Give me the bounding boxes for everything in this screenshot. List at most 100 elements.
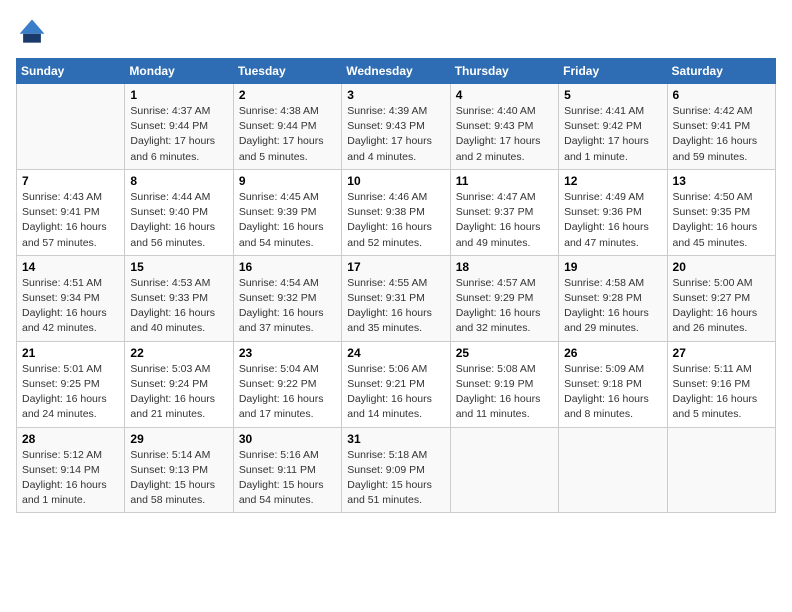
day-number: 15 xyxy=(130,260,227,274)
day-info: Sunrise: 5:16 AMSunset: 9:11 PMDaylight:… xyxy=(239,448,336,509)
table-row: 21 Sunrise: 5:01 AMSunset: 9:25 PMDayligh… xyxy=(17,341,776,427)
day-number: 3 xyxy=(347,88,444,102)
calendar-cell: 18 Sunrise: 4:57 AMSunset: 9:29 PMDayligh… xyxy=(450,255,558,341)
col-header-friday: Friday xyxy=(559,59,667,84)
day-info: Sunrise: 5:00 AMSunset: 9:27 PMDaylight:… xyxy=(673,276,770,337)
table-row: 14 Sunrise: 4:51 AMSunset: 9:34 PMDayligh… xyxy=(17,255,776,341)
day-number: 13 xyxy=(673,174,770,188)
calendar-cell: 26 Sunrise: 5:09 AMSunset: 9:18 PMDayligh… xyxy=(559,341,667,427)
day-info: Sunrise: 4:58 AMSunset: 9:28 PMDaylight:… xyxy=(564,276,661,337)
day-info: Sunrise: 5:08 AMSunset: 9:19 PMDaylight:… xyxy=(456,362,553,423)
calendar-cell xyxy=(450,427,558,513)
calendar-cell: 22 Sunrise: 5:03 AMSunset: 9:24 PMDayligh… xyxy=(125,341,233,427)
day-info: Sunrise: 5:06 AMSunset: 9:21 PMDaylight:… xyxy=(347,362,444,423)
day-number: 17 xyxy=(347,260,444,274)
day-number: 22 xyxy=(130,346,227,360)
day-info: Sunrise: 5:11 AMSunset: 9:16 PMDaylight:… xyxy=(673,362,770,423)
day-number: 24 xyxy=(347,346,444,360)
day-number: 12 xyxy=(564,174,661,188)
calendar-cell: 4Sunrise: 4:40 AMSunset: 9:43 PMDaylight… xyxy=(450,84,558,170)
day-info: Sunrise: 4:55 AMSunset: 9:31 PMDaylight:… xyxy=(347,276,444,337)
calendar-cell: 16 Sunrise: 4:54 AMSunset: 9:32 PMDayligh… xyxy=(233,255,341,341)
day-number: 6 xyxy=(673,88,770,102)
day-number: 23 xyxy=(239,346,336,360)
day-number: 20 xyxy=(673,260,770,274)
day-info: Sunrise: 4:47 AMSunset: 9:37 PMDaylight:… xyxy=(456,190,553,251)
calendar-cell xyxy=(667,427,775,513)
calendar-cell: 31 Sunrise: 5:18 AMSunset: 9:09 PMDayligh… xyxy=(342,427,450,513)
calendar-cell: 6 Sunrise: 4:42 AMSunset: 9:41 PMDaylight… xyxy=(667,84,775,170)
day-info: Sunrise: 4:53 AMSunset: 9:33 PMDaylight:… xyxy=(130,276,227,337)
day-number: 14 xyxy=(22,260,119,274)
day-info: Sunrise: 4:42 AMSunset: 9:41 PMDaylight:… xyxy=(673,104,770,165)
day-number: 31 xyxy=(347,432,444,446)
calendar-cell: 17 Sunrise: 4:55 AMSunset: 9:31 PMDayligh… xyxy=(342,255,450,341)
day-number: 7 xyxy=(22,174,119,188)
day-number: 30 xyxy=(239,432,336,446)
calendar-cell: 25 Sunrise: 5:08 AMSunset: 9:19 PMDayligh… xyxy=(450,341,558,427)
day-number: 18 xyxy=(456,260,553,274)
calendar-cell: 3 Sunrise: 4:39 AMSunset: 9:43 PMDaylight… xyxy=(342,84,450,170)
calendar-cell: 11 Sunrise: 4:47 AMSunset: 9:37 PMDayligh… xyxy=(450,169,558,255)
day-info: Sunrise: 4:43 AMSunset: 9:41 PMDaylight:… xyxy=(22,190,119,251)
table-row: 28Sunrise: 5:12 AMSunset: 9:14 PMDayligh… xyxy=(17,427,776,513)
day-info: Sunrise: 5:01 AMSunset: 9:25 PMDaylight:… xyxy=(22,362,119,423)
calendar-cell: 2Sunrise: 4:38 AMSunset: 9:44 PMDaylight… xyxy=(233,84,341,170)
day-info: Sunrise: 4:49 AMSunset: 9:36 PMDaylight:… xyxy=(564,190,661,251)
logo-icon xyxy=(16,16,48,48)
day-number: 26 xyxy=(564,346,661,360)
day-number: 25 xyxy=(456,346,553,360)
logo xyxy=(16,16,52,48)
day-number: 4 xyxy=(456,88,553,102)
day-info: Sunrise: 5:09 AMSunset: 9:18 PMDaylight:… xyxy=(564,362,661,423)
day-info: Sunrise: 4:54 AMSunset: 9:32 PMDaylight:… xyxy=(239,276,336,337)
day-number: 19 xyxy=(564,260,661,274)
table-row: 1Sunrise: 4:37 AMSunset: 9:44 PMDaylight… xyxy=(17,84,776,170)
calendar-cell: 23 Sunrise: 5:04 AMSunset: 9:22 PMDayligh… xyxy=(233,341,341,427)
col-header-sunday: Sunday xyxy=(17,59,125,84)
day-number: 8 xyxy=(130,174,227,188)
calendar-table: SundayMondayTuesdayWednesdayThursdayFrid… xyxy=(16,58,776,513)
calendar-cell: 12 Sunrise: 4:49 AMSunset: 9:36 PMDayligh… xyxy=(559,169,667,255)
calendar-cell: 19 Sunrise: 4:58 AMSunset: 9:28 PMDayligh… xyxy=(559,255,667,341)
table-header-row: SundayMondayTuesdayWednesdayThursdayFrid… xyxy=(17,59,776,84)
table-row: 7 Sunrise: 4:43 AMSunset: 9:41 PMDaylight… xyxy=(17,169,776,255)
calendar-cell: 10Sunrise: 4:46 AMSunset: 9:38 PMDayligh… xyxy=(342,169,450,255)
day-number: 27 xyxy=(673,346,770,360)
calendar-cell: 29 Sunrise: 5:14 AMSunset: 9:13 PMDayligh… xyxy=(125,427,233,513)
calendar-cell: 14 Sunrise: 4:51 AMSunset: 9:34 PMDayligh… xyxy=(17,255,125,341)
day-info: Sunrise: 5:12 AMSunset: 9:14 PMDaylight:… xyxy=(22,448,119,509)
col-header-tuesday: Tuesday xyxy=(233,59,341,84)
day-info: Sunrise: 4:51 AMSunset: 9:34 PMDaylight:… xyxy=(22,276,119,337)
calendar-cell xyxy=(17,84,125,170)
calendar-cell: 30 Sunrise: 5:16 AMSunset: 9:11 PMDayligh… xyxy=(233,427,341,513)
calendar-cell: 28Sunrise: 5:12 AMSunset: 9:14 PMDayligh… xyxy=(17,427,125,513)
calendar-cell: 1Sunrise: 4:37 AMSunset: 9:44 PMDaylight… xyxy=(125,84,233,170)
day-number: 9 xyxy=(239,174,336,188)
day-info: Sunrise: 4:50 AMSunset: 9:35 PMDaylight:… xyxy=(673,190,770,251)
day-info: Sunrise: 5:04 AMSunset: 9:22 PMDaylight:… xyxy=(239,362,336,423)
day-number: 21 xyxy=(22,346,119,360)
day-info: Sunrise: 5:03 AMSunset: 9:24 PMDaylight:… xyxy=(130,362,227,423)
day-info: Sunrise: 4:44 AMSunset: 9:40 PMDaylight:… xyxy=(130,190,227,251)
col-header-thursday: Thursday xyxy=(450,59,558,84)
day-number: 16 xyxy=(239,260,336,274)
day-number: 29 xyxy=(130,432,227,446)
calendar-cell: 15 Sunrise: 4:53 AMSunset: 9:33 PMDayligh… xyxy=(125,255,233,341)
col-header-saturday: Saturday xyxy=(667,59,775,84)
calendar-cell: 5Sunrise: 4:41 AMSunset: 9:42 PMDaylight… xyxy=(559,84,667,170)
day-info: Sunrise: 5:14 AMSunset: 9:13 PMDaylight:… xyxy=(130,448,227,509)
day-info: Sunrise: 4:37 AMSunset: 9:44 PMDaylight:… xyxy=(130,104,227,165)
day-number: 11 xyxy=(456,174,553,188)
calendar-cell: 21 Sunrise: 5:01 AMSunset: 9:25 PMDayligh… xyxy=(17,341,125,427)
day-info: Sunrise: 4:38 AMSunset: 9:44 PMDaylight:… xyxy=(239,104,336,165)
calendar-cell: 9Sunrise: 4:45 AMSunset: 9:39 PMDaylight… xyxy=(233,169,341,255)
day-info: Sunrise: 5:18 AMSunset: 9:09 PMDaylight:… xyxy=(347,448,444,509)
col-header-monday: Monday xyxy=(125,59,233,84)
calendar-cell xyxy=(559,427,667,513)
day-info: Sunrise: 4:39 AMSunset: 9:43 PMDaylight:… xyxy=(347,104,444,165)
day-number: 5 xyxy=(564,88,661,102)
calendar-cell: 24 Sunrise: 5:06 AMSunset: 9:21 PMDayligh… xyxy=(342,341,450,427)
day-info: Sunrise: 4:57 AMSunset: 9:29 PMDaylight:… xyxy=(456,276,553,337)
calendar-cell: 7 Sunrise: 4:43 AMSunset: 9:41 PMDaylight… xyxy=(17,169,125,255)
